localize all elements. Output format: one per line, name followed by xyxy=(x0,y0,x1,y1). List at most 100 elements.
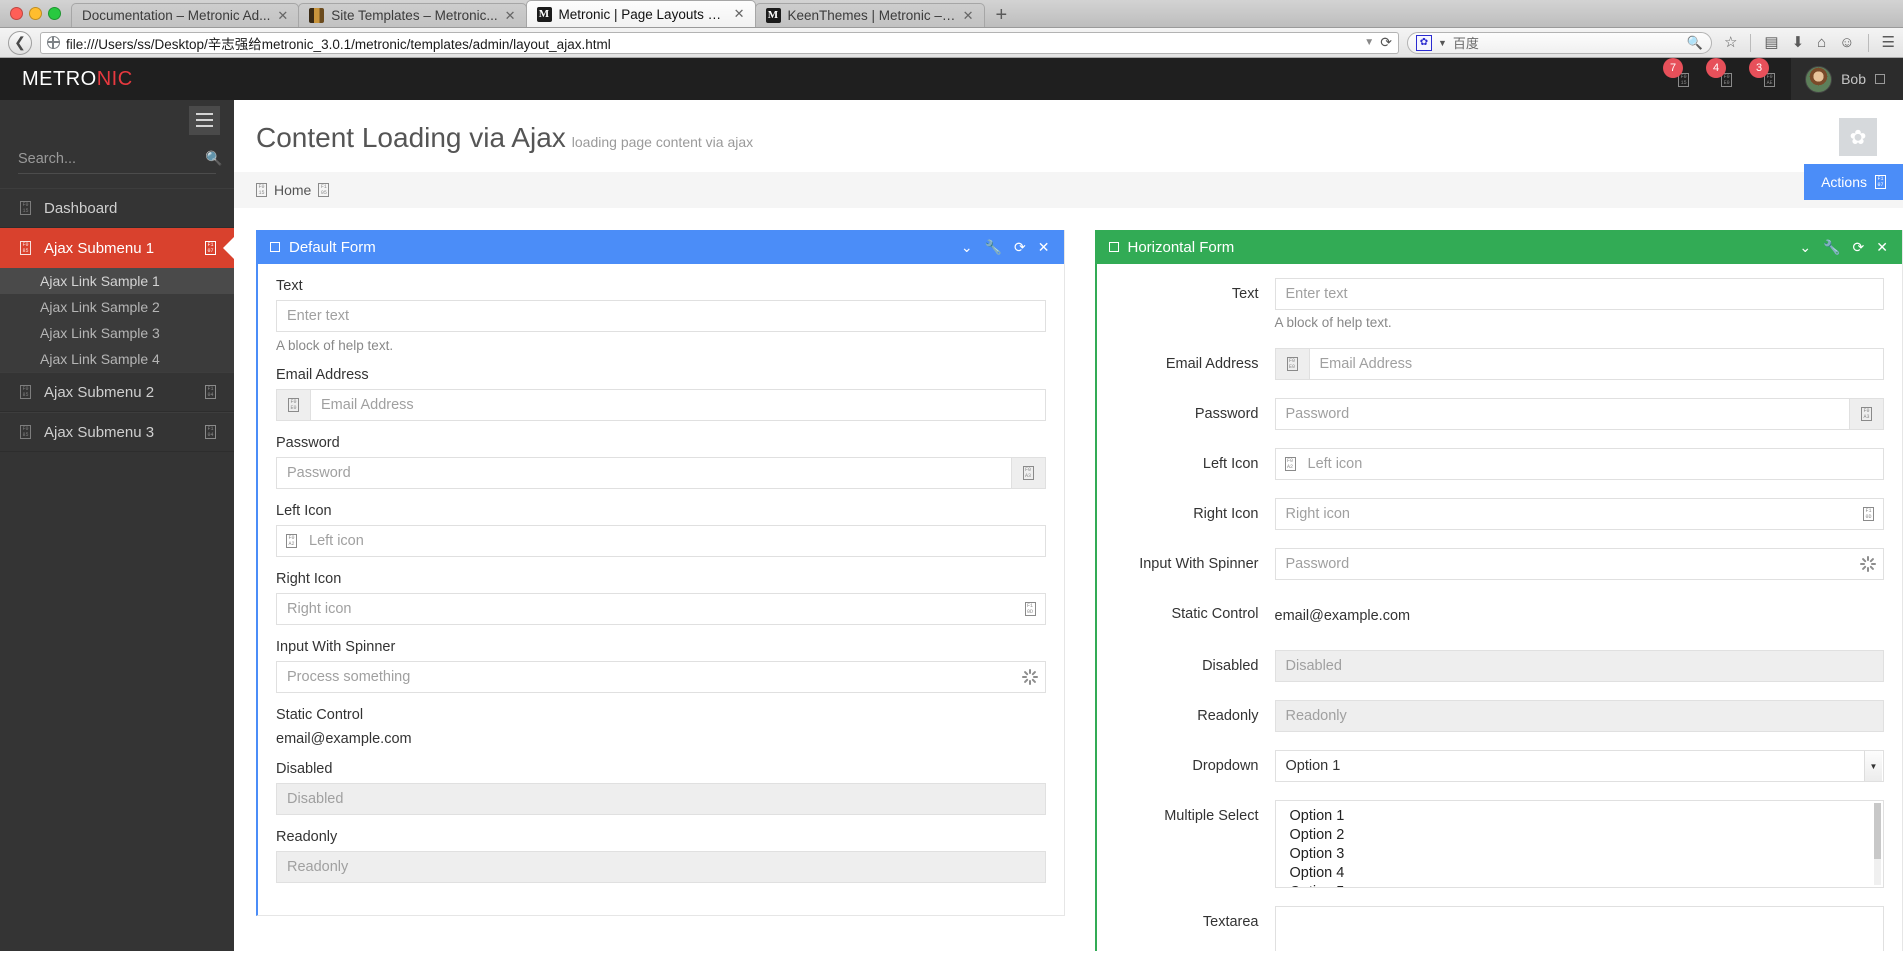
sidebar-search[interactable]: 🔍 xyxy=(18,144,216,174)
breadcrumb-home-label[interactable]: Home xyxy=(274,182,311,198)
readonly-input[interactable] xyxy=(276,851,1046,883)
close-tab-icon[interactable]: ✕ xyxy=(734,6,745,22)
star-icon[interactable]: ☆ xyxy=(1724,35,1737,50)
chevron-down-icon[interactable]: ⌄ xyxy=(961,240,973,254)
user-account-menu[interactable]: Bob xyxy=(1791,58,1903,100)
close-tab-icon[interactable]: ✕ xyxy=(963,8,974,24)
maximize-window-button[interactable] xyxy=(48,7,61,20)
dropdown-select[interactable]: Option 1Option 2Option 3Option 4Option 5 xyxy=(1275,750,1885,782)
chevron-down-icon[interactable]: ▼ xyxy=(1438,38,1447,48)
wrench-icon[interactable]: 🔧 xyxy=(985,240,1002,254)
back-arrow-icon[interactable]: ❮ xyxy=(8,31,32,55)
spinner-input[interactable] xyxy=(276,661,1046,693)
menu-icon[interactable]: ☰ xyxy=(1882,35,1895,50)
search-input[interactable] xyxy=(18,151,205,167)
multiselect-option[interactable]: Option 3 xyxy=(1276,845,1884,864)
browser-window: Documentation – Metronic Ad... ✕ Site Te… xyxy=(0,0,1903,965)
left-icon-input[interactable] xyxy=(1275,448,1885,480)
new-tab-button[interactable]: + xyxy=(984,5,1020,27)
sidebar-submenu-item[interactable]: Ajax Link Sample 3 xyxy=(0,320,234,346)
spinner-input[interactable] xyxy=(1275,548,1885,580)
close-icon[interactable]: ✕ xyxy=(1038,240,1050,254)
textarea-input[interactable] xyxy=(1275,906,1885,951)
chat-icon[interactable]: ☺ xyxy=(1839,35,1854,50)
download-icon[interactable]: ⬇ xyxy=(1792,35,1805,50)
form-group-static: Static Control email@example.com xyxy=(276,707,1046,747)
notifications-icon[interactable]: 7 F015 xyxy=(1676,65,1691,93)
email-input[interactable] xyxy=(310,389,1046,421)
search-icon[interactable]: 🔍 xyxy=(1687,35,1703,51)
sidebar-submenu-item[interactable]: Ajax Link Sample 1 xyxy=(0,268,234,294)
close-window-button[interactable] xyxy=(10,7,23,20)
sidebar-submenu-item[interactable]: Ajax Link Sample 4 xyxy=(0,346,234,372)
text-input[interactable] xyxy=(276,300,1046,332)
right-icon-input[interactable] xyxy=(1275,498,1885,530)
hamburger-icon[interactable] xyxy=(189,106,220,135)
inbox-icon[interactable]: 4 F0E0 xyxy=(1719,65,1734,93)
close-icon[interactable]: ✕ xyxy=(1876,240,1888,254)
sidebar-toggle-row xyxy=(0,100,234,140)
chevron-down-icon[interactable]: ⌄ xyxy=(1799,240,1811,254)
app-body: 🔍 F015 Dashboard F085 Ajax Submenu 1 F10… xyxy=(0,100,1903,951)
sidebar-item-label: Ajax Submenu 2 xyxy=(44,384,192,401)
sidebar-item-ajax-submenu-2[interactable]: F085 Ajax Submenu 2 F104 xyxy=(0,372,234,412)
sidebar-item-ajax-submenu-1[interactable]: F085 Ajax Submenu 1 F107 xyxy=(0,228,234,268)
address-bar[interactable]: file:///Users/ss/Desktop/辛志强给metronic_3.… xyxy=(40,32,1399,54)
form-group-right-icon: Right Icon F10D xyxy=(1115,498,1885,530)
left-icon-input[interactable] xyxy=(276,525,1046,557)
multiselect-option[interactable]: Option 5 xyxy=(1276,883,1884,888)
actions-button[interactable]: Actions F107 xyxy=(1804,164,1903,200)
password-input[interactable] xyxy=(276,457,1012,489)
chevron-down-icon[interactable]: ▼ xyxy=(1364,37,1374,48)
field-label: Text xyxy=(1115,278,1275,310)
search-bar[interactable]: ✿ ▼ 百度 🔍 xyxy=(1407,32,1712,54)
right-icon-input[interactable] xyxy=(276,593,1046,625)
gear-icon[interactable]: ✿ xyxy=(1839,118,1877,156)
multiselect-option[interactable]: Option 2 xyxy=(1276,826,1884,845)
app-logo[interactable]: METRONIC xyxy=(0,68,133,91)
close-tab-icon[interactable]: ✕ xyxy=(505,8,516,24)
field-label: Right Icon xyxy=(276,571,1046,587)
text-input[interactable] xyxy=(1275,278,1885,310)
scrollbar-thumb[interactable] xyxy=(1874,803,1881,859)
tasks-icon[interactable]: 3 F0AE xyxy=(1762,65,1777,93)
refresh-icon[interactable]: ⟳ xyxy=(1014,240,1026,254)
multiselect-option[interactable]: Option 1 xyxy=(1276,807,1884,826)
password-input[interactable] xyxy=(1275,398,1851,430)
icon-input-wrapper xyxy=(1275,548,1885,580)
avatar xyxy=(1805,66,1832,93)
divider xyxy=(1868,34,1869,52)
home-icon[interactable]: ⌂ xyxy=(1817,35,1826,50)
wrench-icon[interactable]: 🔧 xyxy=(1823,240,1840,254)
browser-tab[interactable]: M KeenThemes | Metronic – ... ✕ xyxy=(755,3,985,27)
reload-icon[interactable]: ⟳ xyxy=(1380,34,1392,51)
browser-tab[interactable]: Site Templates – Metronic... ✕ xyxy=(298,3,526,27)
square-icon xyxy=(1109,242,1119,252)
refresh-icon[interactable]: ⟳ xyxy=(1853,240,1865,254)
baidu-icon[interactable]: ✿ xyxy=(1416,35,1432,51)
sidebar-item-ajax-submenu-3[interactable]: F085 Ajax Submenu 3 F104 xyxy=(0,412,234,452)
browser-tab[interactable]: Documentation – Metronic Ad... ✕ xyxy=(71,3,299,27)
email-input[interactable] xyxy=(1309,348,1885,380)
input-group: F0A3 xyxy=(1275,398,1885,430)
readonly-input[interactable] xyxy=(1275,700,1885,732)
library-icon[interactable]: ▤ xyxy=(1764,35,1778,50)
form-group-disabled: Disabled xyxy=(276,761,1046,815)
field-label: Email Address xyxy=(1115,348,1275,380)
sidebar-item-label: Ajax Submenu 1 xyxy=(44,240,192,257)
close-tab-icon[interactable]: ✕ xyxy=(277,8,288,24)
field-label: Disabled xyxy=(1115,650,1275,682)
browser-tab-active[interactable]: M Metronic | Page Layouts – ... ✕ xyxy=(526,0,756,27)
sidebar-submenu-item[interactable]: Ajax Link Sample 2 xyxy=(0,294,234,320)
portlet-row: Default Form ⌄ 🔧 ⟳ ✕ Text xyxy=(234,208,1903,951)
form-group-text: Text A block of help text. xyxy=(1115,278,1885,330)
multiple-select[interactable]: Option 1Option 2Option 3Option 4Option 5 xyxy=(1275,800,1885,888)
minimize-window-button[interactable] xyxy=(29,7,42,20)
search-icon[interactable]: 🔍 xyxy=(205,150,222,167)
sidebar-item-dashboard[interactable]: F015 Dashboard xyxy=(0,188,234,228)
field-label: Right Icon xyxy=(1115,498,1275,530)
form-group-text: Text A block of help text. xyxy=(276,278,1046,353)
chevron-down-icon: F107 xyxy=(1875,175,1886,189)
multiselect-option[interactable]: Option 4 xyxy=(1276,864,1884,883)
input-group: F0A3 xyxy=(276,457,1046,489)
